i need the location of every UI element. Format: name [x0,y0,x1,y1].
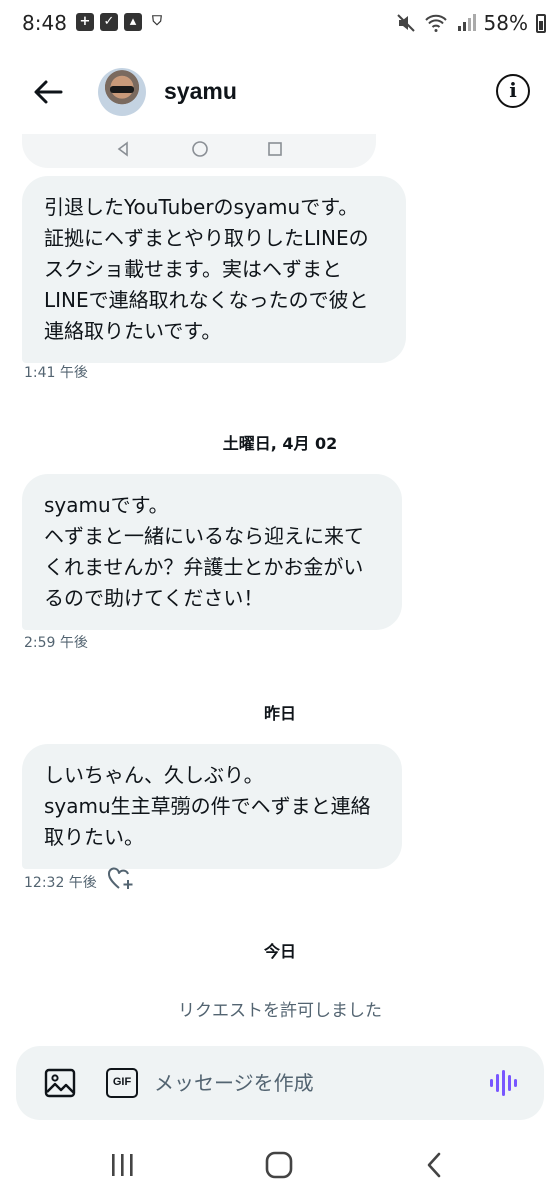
gif-icon[interactable]: GIF [106,1068,138,1098]
back-icon[interactable] [424,1150,444,1180]
conversation-title[interactable]: syamu [164,78,237,105]
battery-icon [536,13,546,33]
conversation-header: syamu i [0,50,560,136]
signal-icon [457,14,476,31]
date-separator: 今日 [263,942,296,961]
message-composer: GIF [16,1046,544,1120]
message-time: 2:59 午後 [24,635,88,651]
date-separator: 昨日 [263,704,296,723]
gallery-icon: ▴ [124,13,142,31]
checkbox-icon: ✓ [100,13,118,31]
notification-icons: + ✓ ▴ ⛉ [76,13,166,31]
plus-icon: + [76,13,94,31]
shield-icon: ⛉ [152,14,162,29]
square-recents-icon [268,142,282,156]
add-reaction-icon[interactable] [107,866,135,892]
wifi-icon [424,14,447,32]
status-time: 8:48 [22,11,67,35]
mute-icon [396,14,415,32]
message-bubble[interactable]: syamuです。 ヘずまと一緒にいるなら迎えに来て くれませんか？弁護士とかお金… [22,474,402,630]
message-bubble[interactable]: しいちゃん、久しぶり。 syamu生主草彅の件でヘずまと連絡 取りたい。 [22,744,402,869]
circle-home-icon [192,141,208,157]
back-arrow-icon[interactable] [30,74,66,110]
status-right: 58% [396,11,546,35]
message-input[interactable] [154,1066,474,1100]
home-icon[interactable] [264,1150,294,1180]
battery-percent: 58% [483,11,528,35]
avatar[interactable] [98,68,146,116]
system-message: リクエストを許可しました [178,1001,382,1021]
message-bubble[interactable]: 引退したYouTuberのsyamuです。 証拠にヘずまとやり取りしたLINEの… [22,176,406,363]
message-time: 12:32 午後 [24,875,97,891]
image-icon[interactable] [44,1068,76,1098]
triangle-back-icon [117,141,128,157]
recents-icon[interactable] [110,1150,134,1180]
voice-message-icon[interactable] [488,1068,518,1098]
status-bar: 8:48 + ✓ ▴ ⛉ 58% [0,0,560,48]
message-time: 1:41 午後 [24,365,88,381]
info-icon[interactable]: i [496,74,530,108]
date-separator: 土曜日, 4月 02 [222,434,338,453]
embedded-image-fragment[interactable] [22,134,376,168]
system-navigation-bar [0,1136,560,1200]
